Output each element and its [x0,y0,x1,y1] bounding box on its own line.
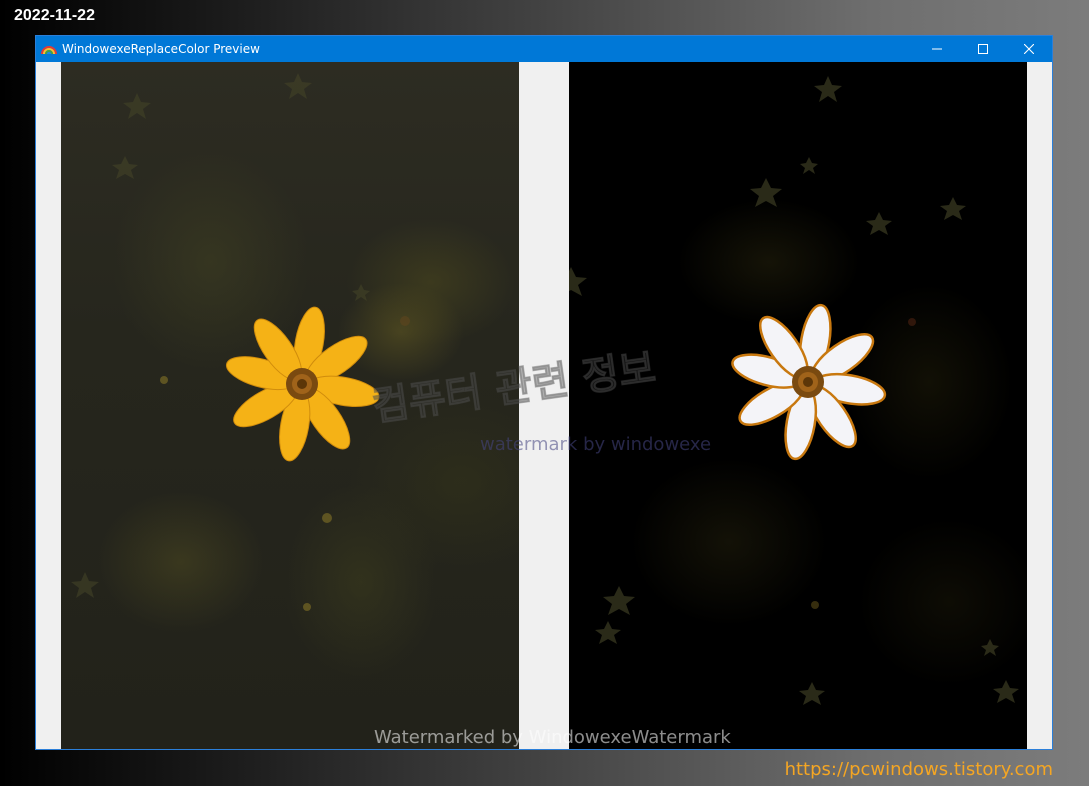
preview-content [36,62,1052,749]
maximize-icon [978,44,988,54]
minimize-icon [932,48,942,50]
panel-edge-mark [39,456,41,466]
minimize-button[interactable] [914,36,960,62]
title-bar[interactable]: WindowexeReplaceColor Preview [36,36,1052,62]
site-url: https://pcwindows.tistory.com [784,759,1053,780]
yellow-cosmos-flower-photo [71,73,410,611]
date-label: 2022-11-22 [14,7,95,24]
replaced-color-panel [569,62,1027,749]
original-image-panel [61,62,519,749]
maximize-button[interactable] [960,36,1006,62]
window-title: WindowexeReplaceColor Preview [62,42,260,56]
close-icon [1024,44,1034,54]
preview-window: WindowexeReplaceColor Preview [35,35,1053,750]
white-cosmos-flower-photo [569,76,1019,705]
close-button[interactable] [1006,36,1052,62]
rainbow-icon [41,41,57,57]
